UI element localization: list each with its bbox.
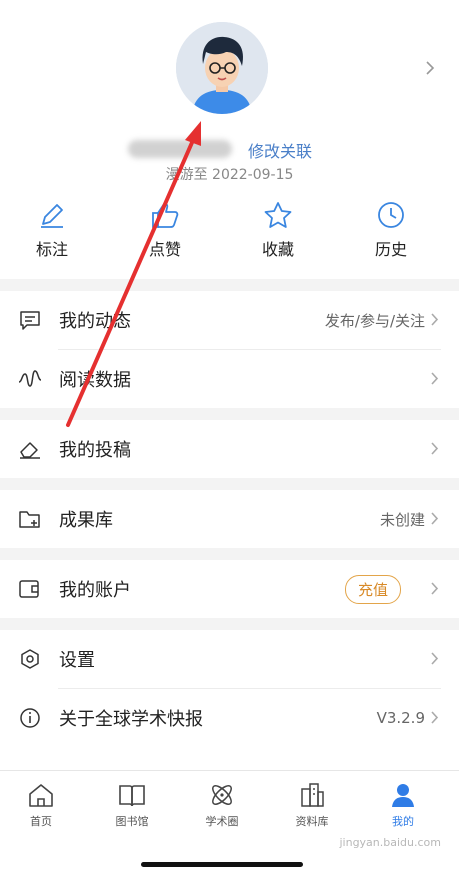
quick-annotate-label: 标注 — [35, 240, 68, 259]
info-icon — [20, 708, 40, 728]
menu-my-dynamics[interactable]: 我的动态 发布/参与/关注 — [0, 291, 459, 349]
chevron-right-icon[interactable] — [425, 60, 435, 76]
tab-home-label: 首页 — [30, 815, 52, 828]
chevron-right-icon — [431, 711, 439, 724]
menu-my-dynamics-value: 发布/参与/关注 — [324, 311, 425, 330]
user-icon — [392, 784, 414, 807]
tab-mine-label: 我的 — [392, 815, 414, 828]
folder-plus-icon — [19, 511, 40, 528]
chevron-right-icon — [431, 442, 439, 455]
edit-link[interactable]: 修改关联 — [248, 138, 312, 162]
eraser-icon — [20, 442, 40, 459]
menu-group-2: 我的投稿 — [0, 420, 459, 478]
section-gap — [0, 408, 459, 420]
menu-my-dynamics-label: 我的动态 — [59, 311, 131, 332]
menu-about-label: 关于全球学术快报 — [59, 709, 203, 730]
menu-my-submissions[interactable]: 我的投稿 — [0, 420, 459, 478]
quick-favorite[interactable]: 收藏 — [238, 198, 318, 260]
chevron-right-icon — [431, 582, 439, 595]
hexagon-gear-icon — [21, 649, 39, 669]
menu-group-3: 成果库 未创建 — [0, 490, 459, 548]
menu-achievements-value: 未创建 — [379, 510, 425, 529]
tab-library[interactable]: 图书馆 — [97, 779, 167, 829]
tab-academic-circle-label: 学术圈 — [205, 815, 239, 828]
message-icon — [20, 311, 40, 330]
menu-group-4: 我的账户 充值 — [0, 560, 459, 618]
quick-history-label: 历史 — [374, 240, 407, 259]
app-version: V3.2.9 — [376, 709, 425, 727]
book-icon — [119, 785, 145, 807]
menu-about[interactable]: 关于全球学术快报 V3.2.9 — [0, 689, 459, 747]
section-gap — [0, 548, 459, 560]
clock-icon — [378, 202, 404, 228]
menu-achievements-label: 成果库 — [59, 510, 113, 531]
star-icon — [264, 202, 292, 228]
chevron-right-icon — [431, 652, 439, 665]
recharge-button[interactable]: 充值 — [344, 575, 401, 604]
chevron-right-icon — [431, 512, 439, 525]
quick-favorite-label: 收藏 — [261, 240, 294, 259]
quick-like[interactable]: 点赞 — [125, 198, 205, 260]
menu-settings[interactable]: 设置 — [0, 630, 459, 688]
section-gap — [0, 478, 459, 490]
chevron-right-icon — [431, 313, 439, 326]
tab-library-label: 图书馆 — [115, 815, 149, 828]
tab-academic-circle[interactable]: 学术圈 — [187, 779, 257, 829]
home-icon — [29, 784, 53, 807]
quick-actions: 标注 点赞 收藏 历史 — [0, 198, 459, 268]
avatar[interactable] — [176, 22, 268, 114]
blurred-username — [128, 140, 232, 158]
tab-database[interactable]: 资料库 — [277, 779, 347, 829]
thumbs-up-icon — [152, 202, 179, 228]
wave-icon — [18, 370, 42, 387]
menu-my-account-label: 我的账户 — [59, 580, 131, 601]
avatar-illustration — [176, 22, 268, 114]
menu-list: 我的动态 发布/参与/关注 阅读数据 我的投稿 成果库 未创建 我的账户 充值 … — [0, 279, 459, 747]
tab-mine[interactable]: 我的 — [368, 779, 438, 829]
section-gap — [0, 618, 459, 630]
menu-group-5: 设置 关于全球学术快报 V3.2.9 — [0, 630, 459, 747]
tab-home[interactable]: 首页 — [6, 779, 76, 829]
menu-my-submissions-label: 我的投稿 — [59, 440, 131, 461]
wallet-icon — [19, 580, 39, 598]
pencil-icon — [41, 204, 63, 228]
menu-group-1: 我的动态 发布/参与/关注 阅读数据 — [0, 291, 459, 408]
tab-bar: 首页 图书馆 学术圈 资料库 我的 — [0, 770, 459, 840]
section-gap — [0, 279, 459, 291]
home-indicator — [141, 862, 303, 867]
menu-my-account[interactable]: 我的账户 充值 — [0, 560, 459, 618]
quick-history[interactable]: 历史 — [351, 198, 431, 260]
menu-settings-label: 设置 — [59, 650, 95, 671]
quick-like-label: 点赞 — [148, 240, 181, 259]
profile-header: 修改关联 漫游至 2022-09-15 — [0, 0, 459, 190]
chevron-right-icon — [431, 372, 439, 385]
name-row: 修改关联 — [0, 138, 459, 162]
atom-icon — [212, 785, 232, 805]
menu-reading-data[interactable]: 阅读数据 — [0, 350, 459, 408]
roaming-date: 漫游至 2022-09-15 — [165, 167, 294, 183]
watermark: jingyan.baidu.com — [339, 836, 441, 849]
building-icon — [301, 783, 324, 807]
profile-page: 修改关联 漫游至 2022-09-15 标注 点赞 收藏 历史 我的动态 发布/… — [0, 0, 459, 874]
menu-reading-data-label: 阅读数据 — [59, 370, 131, 391]
tab-database-label: 资料库 — [295, 815, 329, 828]
quick-annotate[interactable]: 标注 — [12, 198, 92, 260]
menu-achievements[interactable]: 成果库 未创建 — [0, 490, 459, 548]
